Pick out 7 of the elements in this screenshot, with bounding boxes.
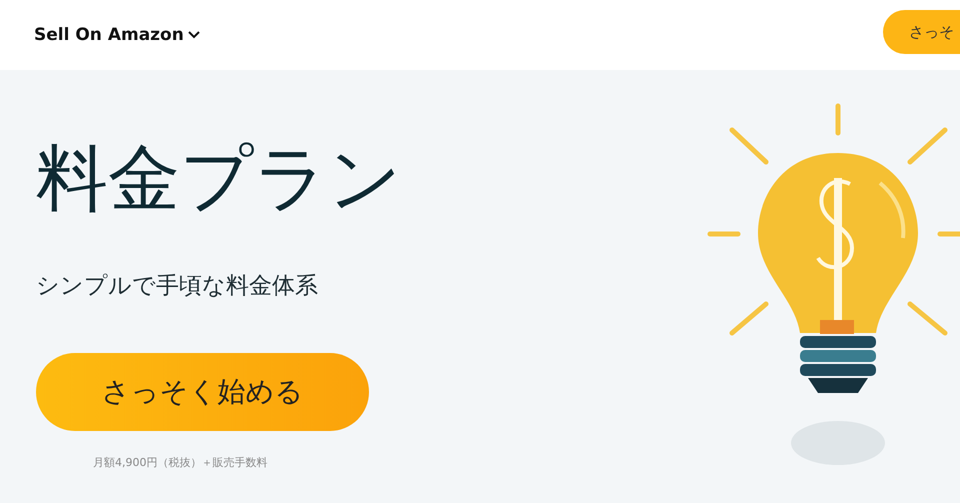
chevron-down-icon (188, 31, 200, 39)
page-title: 料金プラン (36, 135, 402, 222)
sell-on-amazon-menu[interactable]: Sell On Amazon (34, 25, 200, 45)
get-started-button[interactable]: さっそく始める (36, 352, 369, 431)
subtitle: シンプルで手頃な料金体系 (36, 272, 319, 301)
get-started-button[interactable]: さっそ (883, 10, 960, 54)
pricing-note: 月額4,900円（税抜）＋販売手数料 (93, 454, 268, 470)
